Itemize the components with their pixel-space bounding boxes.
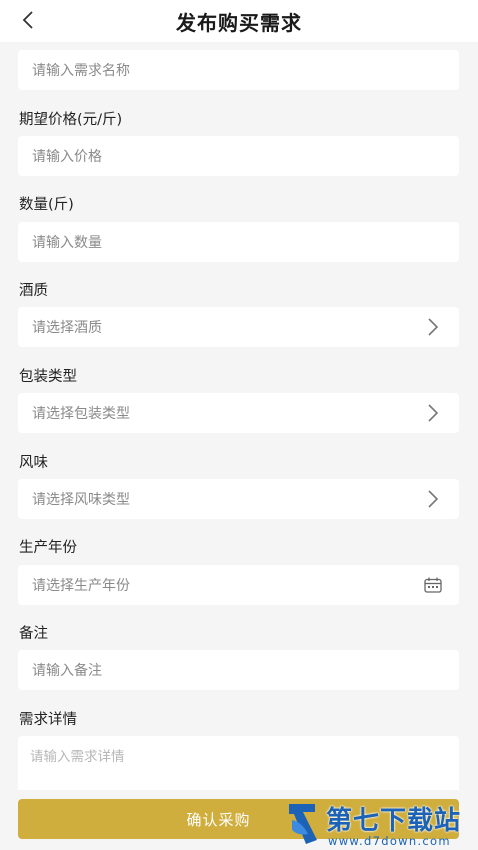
chevron-right-icon <box>421 487 445 511</box>
watermark-title: 第七下载站 <box>326 806 462 836</box>
remark-input[interactable]: 请输入备注 <box>18 650 459 690</box>
packaging-placeholder: 请选择包装类型 <box>32 406 130 422</box>
packaging-label: 包装类型 <box>19 369 77 385</box>
quantity-label: 数量(斤) <box>19 197 74 213</box>
detail-label: 需求详情 <box>19 712 77 728</box>
flavor-placeholder: 请选择风味类型 <box>32 492 130 508</box>
flavor-label: 风味 <box>19 455 48 471</box>
price-label: 期望价格(元/斤) <box>19 112 123 128</box>
chevron-right-icon <box>421 315 445 339</box>
watermark-url: www.d7down.com <box>328 834 451 848</box>
demand-name-placeholder: 请输入需求名称 <box>32 63 130 79</box>
demand-name-input[interactable]: 请输入需求名称 <box>18 50 459 90</box>
remark-label: 备注 <box>19 626 48 642</box>
detail-placeholder: 请输入需求详情 <box>30 749 125 765</box>
price-placeholder: 请输入价格 <box>32 149 102 165</box>
page-title: 发布购买需求 <box>176 11 302 35</box>
chevron-right-icon <box>421 401 445 425</box>
watermark-logo-icon <box>289 804 317 844</box>
quality-placeholder: 请选择酒质 <box>32 320 102 336</box>
quantity-input[interactable]: 请输入数量 <box>18 222 459 262</box>
quality-select[interactable]: 请选择酒质 <box>18 307 459 347</box>
year-placeholder: 请选择生产年份 <box>32 578 130 594</box>
year-label: 生产年份 <box>19 540 77 556</box>
remark-placeholder: 请输入备注 <box>32 663 102 679</box>
calendar-icon[interactable] <box>421 573 445 597</box>
header: 发布购买需求 <box>0 0 478 42</box>
confirm-purchase-label: 确认采购 <box>186 810 251 829</box>
packaging-select[interactable]: 请选择包装类型 <box>18 393 459 433</box>
quantity-placeholder: 请输入数量 <box>32 235 102 251</box>
quality-label: 酒质 <box>19 283 48 299</box>
flavor-select[interactable]: 请选择风味类型 <box>18 479 459 519</box>
price-input[interactable]: 请输入价格 <box>18 136 459 176</box>
year-select[interactable]: 请选择生产年份 <box>18 565 459 605</box>
